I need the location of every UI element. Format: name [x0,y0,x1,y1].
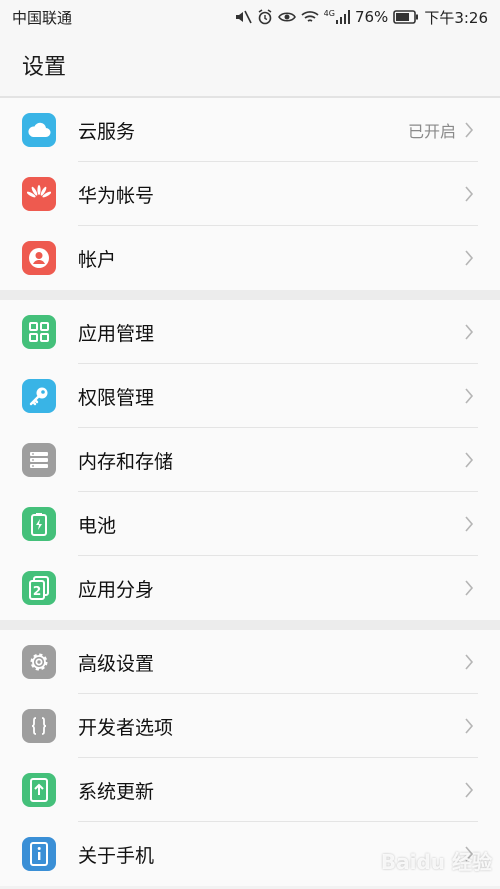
settings-item-label: 内存和存储 [78,450,174,473]
svg-text:2: 2 [33,584,41,598]
alarm-icon [258,9,272,25]
chevron-right-icon [465,122,474,138]
clock: 下午3:26 [424,8,488,27]
settings-item-value: 已开启 [407,122,456,141]
chevron-right-icon [464,387,474,405]
chevron-right-icon [465,782,474,798]
chevron-right-icon [464,653,474,671]
settings-item[interactable]: 应用管理 [0,300,500,364]
settings-item-label: 应用分身 [78,578,155,601]
chevron-right-icon [465,388,474,404]
settings-item-label: 电池 [78,514,117,537]
group-divider [0,620,500,630]
chevron-right-icon [465,186,474,202]
gear-icon [22,645,56,679]
battery-status-icon [393,10,419,24]
wifi-icon [301,11,319,22]
network-type: 4G [323,8,335,18]
chevron-right-icon [464,515,474,533]
settings-list: 云服务 已开启华为帐号帐户应用管理权限管理内存和存储电池 2 应用分身高级设置开发者选… [0,98,500,886]
settings-item[interactable]: 帐户 [0,226,500,290]
settings-item[interactable]: 华为帐号 [0,162,500,226]
chevron-right-icon [465,580,474,596]
chevron-right-icon [464,451,474,469]
chevron-right-icon [464,249,474,267]
chevron-right-icon [464,717,474,735]
chevron-right-icon [464,121,474,139]
chevron-right-icon [465,718,474,734]
settings-item[interactable]: 系统更新 [0,758,500,822]
signal-icon [335,10,350,24]
storage-icon [22,443,56,477]
status-icons: 4G 76% 下午3:26 [234,7,488,28]
settings-item-label: 帐户 [78,248,117,271]
settings-item-label: 高级设置 [78,652,155,675]
grid-apps-icon [22,315,56,349]
app-twin-icon: 2 [22,571,56,605]
battery-percent: 76% [354,8,389,26]
settings-item-label: 云服务 [78,120,136,143]
group-divider [0,290,500,300]
update-icon [22,773,56,807]
settings-group: 云服务 已开启华为帐号帐户 [0,98,500,290]
settings-item[interactable]: 内存和存储 [0,428,500,492]
carrier-label: 中国联通 [12,8,73,27]
settings-item-label: 系统更新 [78,780,155,803]
settings-item[interactable]: 云服务 已开启 [0,98,500,162]
chevron-right-icon [465,324,474,340]
watermark: Baidu 经验 [380,850,492,874]
chevron-right-icon [465,250,474,266]
settings-item-label: 权限管理 [78,386,155,409]
page-title: 设置 [0,34,500,98]
chevron-right-icon [464,323,474,341]
chevron-right-icon [465,516,474,532]
settings-item-label: 应用管理 [78,322,155,345]
battery-icon [22,507,56,541]
settings-item[interactable]: 权限管理 [0,364,500,428]
info-phone-icon [22,837,56,871]
eye-comfort-icon [277,12,296,22]
chevron-right-icon [464,781,474,799]
status-bar: 中国联通 4G 76% 下午3:26 [0,0,500,34]
settings-group: 应用管理权限管理内存和存储电池 2 应用分身 [0,300,500,620]
chevron-right-icon [464,579,474,597]
chevron-right-icon [465,452,474,468]
chevron-right-icon [465,654,474,670]
huawei-logo-icon [22,177,56,211]
braces-icon [22,709,56,743]
settings-item[interactable]: 电池 [0,492,500,556]
settings-item-label: 华为帐号 [78,184,155,207]
settings-item[interactable]: 高级设置 [0,630,500,694]
settings-item[interactable]: 2 应用分身 [0,556,500,620]
cloud-icon [22,113,56,147]
mute-icon [235,10,252,24]
chevron-right-icon [464,185,474,203]
key-icon [22,379,56,413]
settings-item[interactable]: 开发者选项 [0,694,500,758]
settings-item-label: 开发者选项 [78,716,174,739]
user-icon [22,241,56,275]
